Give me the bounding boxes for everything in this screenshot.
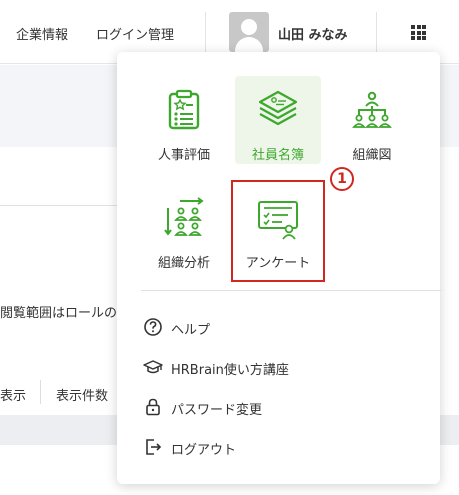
menu-item-label: HRBrain使い方講座 — [171, 363, 289, 378]
menu-item-logout[interactable]: ログアウト — [143, 437, 423, 461]
avatar[interactable] — [229, 12, 269, 52]
logout-icon — [146, 439, 162, 455]
help-circle-icon — [144, 318, 162, 336]
page-size-label[interactable]: 表示件数 — [56, 385, 108, 404]
app-tile-label: 社員名簿 — [251, 148, 304, 163]
menu-item-label: ヘルプ — [171, 323, 211, 338]
menu-item-change-password[interactable]: パスワード変更 — [143, 397, 423, 421]
lock-icon — [146, 398, 160, 416]
app-tile-label: 組織分析 — [157, 256, 210, 271]
menu-item-help[interactable]: ヘルプ — [143, 317, 423, 341]
menu-item-hrbrain-course[interactable]: HRBrain使い方講座 — [143, 357, 423, 381]
employee-directory-icon — [258, 90, 298, 126]
graduation-cap-icon — [143, 360, 163, 374]
user-name[interactable]: 山田 みなみ — [278, 24, 348, 43]
app-grid-icon[interactable] — [411, 25, 426, 40]
nav-company-info[interactable]: 企業情報 — [16, 24, 68, 43]
visibility-note: 閲覧範囲はロールの — [0, 306, 118, 321]
menu-item-label: ログアウト — [171, 443, 237, 458]
org-chart-icon — [352, 91, 392, 128]
highlight-box — [231, 180, 325, 282]
divider — [40, 380, 41, 404]
menu-divider — [141, 290, 442, 291]
app-tile-label: 組織図 — [352, 148, 392, 163]
app-tile-org-analysis[interactable]: 組織分析 — [141, 184, 227, 272]
app-tile-employee-directory[interactable]: 社員名簿 — [235, 76, 321, 164]
page: 企業情報 ログイン管理 山田 みなみ 閲覧範囲はロールの 表示 表示件数 人事評… — [0, 0, 459, 495]
app-tile-evaluation[interactable]: 人事評価 — [141, 76, 227, 164]
org-analysis-icon — [164, 197, 204, 236]
header-divider — [205, 12, 206, 52]
app-tile-label: 人事評価 — [157, 148, 210, 163]
divider — [0, 205, 130, 206]
header-divider — [376, 12, 377, 52]
app-tile-org-chart[interactable]: 組織図 — [329, 76, 415, 164]
evaluation-clipboard-icon — [168, 89, 200, 130]
display-label[interactable]: 表示 — [0, 385, 26, 404]
nav-login-management[interactable]: ログイン管理 — [96, 24, 174, 43]
menu-item-label: パスワード変更 — [171, 403, 263, 418]
step-badge: 1 — [330, 167, 354, 191]
